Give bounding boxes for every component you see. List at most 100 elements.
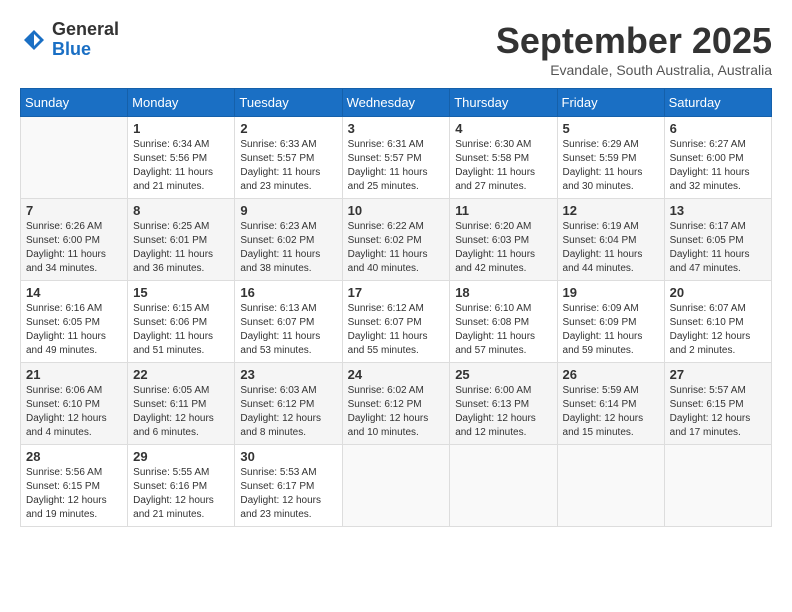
day-number: 1 — [133, 121, 229, 136]
calendar-cell: 29 Sunrise: 5:55 AM Sunset: 6:16 PM Dayli… — [128, 445, 235, 527]
day-info: Sunrise: 6:05 AM Sunset: 6:11 PM Dayligh… — [133, 384, 229, 440]
day-info: Sunrise: 5:57 AM Sunset: 6:15 PM Dayligh… — [670, 384, 766, 440]
weekday-header-wednesday: Wednesday — [342, 89, 450, 117]
calendar-week-row: 1 Sunrise: 6:34 AM Sunset: 5:56 PM Daylig… — [21, 117, 772, 199]
calendar-cell: 15 Sunrise: 6:15 AM Sunset: 6:06 PM Dayli… — [128, 281, 235, 363]
calendar-table: SundayMondayTuesdayWednesdayThursdayFrid… — [20, 88, 772, 527]
day-info: Sunrise: 6:12 AM Sunset: 6:07 PM Dayligh… — [348, 302, 445, 358]
day-number: 11 — [455, 203, 551, 218]
calendar-cell — [557, 445, 664, 527]
title-block: September 2025 Evandale, South Australia… — [496, 20, 772, 78]
calendar-cell: 27 Sunrise: 5:57 AM Sunset: 6:15 PM Dayli… — [664, 363, 771, 445]
day-info: Sunrise: 6:34 AM Sunset: 5:56 PM Dayligh… — [133, 138, 229, 194]
calendar-cell — [450, 445, 557, 527]
calendar-cell: 19 Sunrise: 6:09 AM Sunset: 6:09 PM Dayli… — [557, 281, 664, 363]
day-info: Sunrise: 6:09 AM Sunset: 6:09 PM Dayligh… — [563, 302, 659, 358]
calendar-week-row: 21Sunrise: 6:06 AM Sunset: 6:10 PM Dayli… — [21, 363, 772, 445]
weekday-header-tuesday: Tuesday — [235, 89, 342, 117]
logo-icon — [20, 26, 48, 54]
day-number: 7 — [26, 203, 122, 218]
logo-general: General — [52, 20, 119, 40]
logo-blue: Blue — [52, 40, 119, 60]
calendar-week-row: 28 Sunrise: 5:56 AM Sunset: 6:15 PM Dayli… — [21, 445, 772, 527]
calendar-cell: 1 Sunrise: 6:34 AM Sunset: 5:56 PM Daylig… — [128, 117, 235, 199]
logo-text: General Blue — [52, 20, 119, 60]
day-info: Sunrise: 6:26 AM Sunset: 6:00 PM Dayligh… — [26, 220, 122, 276]
day-number: 20 — [670, 285, 766, 300]
day-info: Sunrise: 6:27 AM Sunset: 6:00 PM Dayligh… — [670, 138, 766, 194]
day-info: Sunrise: 6:07 AM Sunset: 6:10 PM Dayligh… — [670, 302, 766, 358]
page-header: General Blue September 2025 Evandale, So… — [20, 20, 772, 78]
day-info: Sunrise: 5:53 AM Sunset: 6:17 PM Dayligh… — [240, 466, 336, 522]
day-info: Sunrise: 6:33 AM Sunset: 5:57 PM Dayligh… — [240, 138, 336, 194]
logo: General Blue — [20, 20, 119, 60]
day-number: 16 — [240, 285, 336, 300]
calendar-cell: 11Sunrise: 6:20 AM Sunset: 6:03 PM Dayli… — [450, 199, 557, 281]
weekday-header-saturday: Saturday — [664, 89, 771, 117]
day-info: Sunrise: 6:30 AM Sunset: 5:58 PM Dayligh… — [455, 138, 551, 194]
day-info: Sunrise: 6:10 AM Sunset: 6:08 PM Dayligh… — [455, 302, 551, 358]
day-info: Sunrise: 6:02 AM Sunset: 6:12 PM Dayligh… — [348, 384, 445, 440]
weekday-header-monday: Monday — [128, 89, 235, 117]
day-number: 12 — [563, 203, 659, 218]
calendar-cell: 8 Sunrise: 6:25 AM Sunset: 6:01 PM Daylig… — [128, 199, 235, 281]
day-info: Sunrise: 5:59 AM Sunset: 6:14 PM Dayligh… — [563, 384, 659, 440]
day-number: 10 — [348, 203, 445, 218]
day-number: 30 — [240, 449, 336, 464]
calendar-cell: 17 Sunrise: 6:12 AM Sunset: 6:07 PM Dayli… — [342, 281, 450, 363]
calendar-cell: 13 Sunrise: 6:17 AM Sunset: 6:05 PM Dayli… — [664, 199, 771, 281]
calendar-cell: 23Sunrise: 6:03 AM Sunset: 6:12 PM Dayli… — [235, 363, 342, 445]
day-number: 15 — [133, 285, 229, 300]
calendar-cell: 9 Sunrise: 6:23 AM Sunset: 6:02 PM Daylig… — [235, 199, 342, 281]
day-number: 18 — [455, 285, 551, 300]
day-number: 26 — [563, 367, 659, 382]
calendar-cell: 20 Sunrise: 6:07 AM Sunset: 6:10 PM Dayli… — [664, 281, 771, 363]
day-number: 14 — [26, 285, 122, 300]
day-info: Sunrise: 6:15 AM Sunset: 6:06 PM Dayligh… — [133, 302, 229, 358]
calendar-cell: 18 Sunrise: 6:10 AM Sunset: 6:08 PM Dayli… — [450, 281, 557, 363]
day-info: Sunrise: 6:29 AM Sunset: 5:59 PM Dayligh… — [563, 138, 659, 194]
day-number: 19 — [563, 285, 659, 300]
day-number: 17 — [348, 285, 445, 300]
day-info: Sunrise: 6:23 AM Sunset: 6:02 PM Dayligh… — [240, 220, 336, 276]
day-number: 24 — [348, 367, 445, 382]
day-number: 27 — [670, 367, 766, 382]
calendar-cell — [664, 445, 771, 527]
day-number: 2 — [240, 121, 336, 136]
day-info: Sunrise: 6:00 AM Sunset: 6:13 PM Dayligh… — [455, 384, 551, 440]
day-number: 13 — [670, 203, 766, 218]
calendar-cell: 22Sunrise: 6:05 AM Sunset: 6:11 PM Dayli… — [128, 363, 235, 445]
day-number: 5 — [563, 121, 659, 136]
calendar-cell: 25 Sunrise: 6:00 AM Sunset: 6:13 PM Dayli… — [450, 363, 557, 445]
day-number: 29 — [133, 449, 229, 464]
day-info: Sunrise: 6:19 AM Sunset: 6:04 PM Dayligh… — [563, 220, 659, 276]
weekday-header-sunday: Sunday — [21, 89, 128, 117]
day-number: 3 — [348, 121, 445, 136]
month-title: September 2025 — [496, 20, 772, 62]
day-number: 23 — [240, 367, 336, 382]
calendar-cell — [21, 117, 128, 199]
day-number: 4 — [455, 121, 551, 136]
weekday-header-row: SundayMondayTuesdayWednesdayThursdayFrid… — [21, 89, 772, 117]
calendar-cell: 16Sunrise: 6:13 AM Sunset: 6:07 PM Dayli… — [235, 281, 342, 363]
calendar-week-row: 7 Sunrise: 6:26 AM Sunset: 6:00 PM Daylig… — [21, 199, 772, 281]
calendar-cell: 10 Sunrise: 6:22 AM Sunset: 6:02 PM Dayli… — [342, 199, 450, 281]
day-info: Sunrise: 5:56 AM Sunset: 6:15 PM Dayligh… — [26, 466, 122, 522]
day-number: 25 — [455, 367, 551, 382]
day-info: Sunrise: 5:55 AM Sunset: 6:16 PM Dayligh… — [133, 466, 229, 522]
calendar-cell: 26 Sunrise: 5:59 AM Sunset: 6:14 PM Dayli… — [557, 363, 664, 445]
weekday-header-friday: Friday — [557, 89, 664, 117]
day-info: Sunrise: 6:25 AM Sunset: 6:01 PM Dayligh… — [133, 220, 229, 276]
weekday-header-thursday: Thursday — [450, 89, 557, 117]
day-info: Sunrise: 6:22 AM Sunset: 6:02 PM Dayligh… — [348, 220, 445, 276]
day-number: 8 — [133, 203, 229, 218]
calendar-cell — [342, 445, 450, 527]
day-number: 28 — [26, 449, 122, 464]
day-info: Sunrise: 6:16 AM Sunset: 6:05 PM Dayligh… — [26, 302, 122, 358]
day-number: 9 — [240, 203, 336, 218]
day-info: Sunrise: 6:17 AM Sunset: 6:05 PM Dayligh… — [670, 220, 766, 276]
calendar-cell: 5 Sunrise: 6:29 AM Sunset: 5:59 PM Daylig… — [557, 117, 664, 199]
calendar-cell: 12 Sunrise: 6:19 AM Sunset: 6:04 PM Dayli… — [557, 199, 664, 281]
day-info: Sunrise: 6:06 AM Sunset: 6:10 PM Dayligh… — [26, 384, 122, 440]
day-number: 6 — [670, 121, 766, 136]
